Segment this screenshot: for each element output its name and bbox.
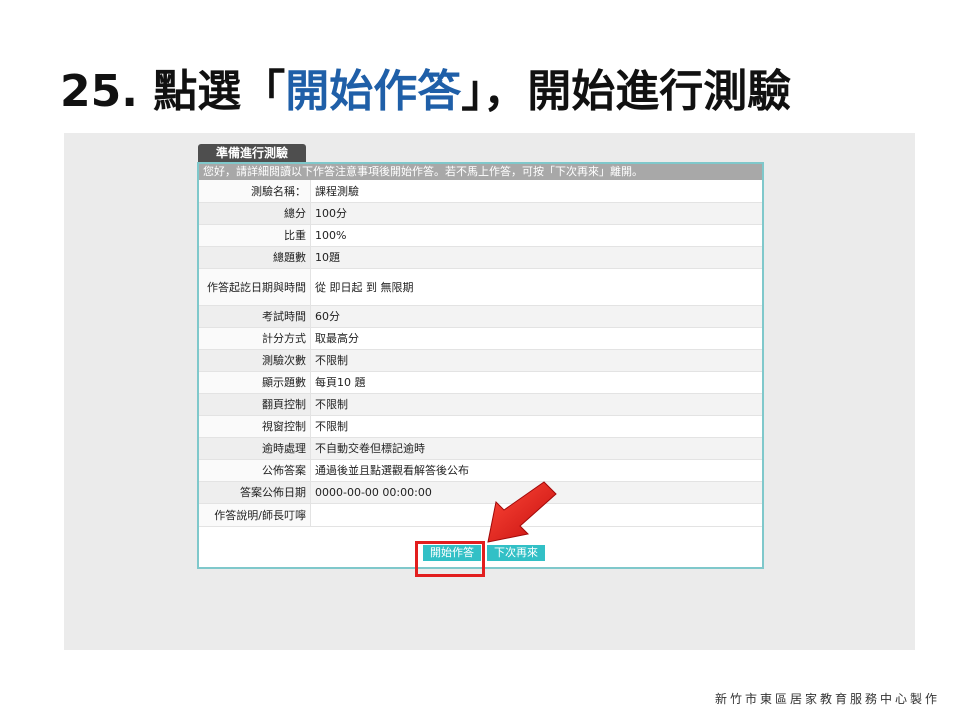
table-row: 考試時間 60分 (199, 305, 762, 328)
table-row: 逾時處理 不自動交卷但標記逾時 (199, 437, 762, 460)
row-value: 不限制 (310, 393, 762, 416)
row-label: 顯示題數 (199, 371, 311, 394)
row-value: 不限制 (310, 415, 762, 438)
table-row: 總題數 10題 (199, 246, 762, 269)
footer-credit: 新竹市東區居家教育服務中心製作 (714, 692, 940, 706)
red-arrow-icon (487, 481, 557, 543)
table-row: 視窗控制 不限制 (199, 415, 762, 438)
row-label: 考試時間 (199, 305, 311, 328)
highlight-box (415, 541, 485, 577)
row-value: 10題 (310, 246, 762, 269)
title-highlight: 開始作答 (285, 66, 462, 117)
table-row: 翻頁控制 不限制 (199, 393, 762, 416)
title-prefix: 25. 點選「 (60, 66, 286, 117)
row-label: 比重 (199, 224, 311, 247)
row-value: 100% (310, 224, 762, 247)
table-row: 計分方式 取最高分 (199, 327, 762, 350)
row-value: 60分 (310, 305, 762, 328)
row-label: 總分 (199, 202, 311, 225)
table-row: 測驗次數 不限制 (199, 349, 762, 372)
row-label: 視窗控制 (199, 415, 311, 438)
row-value: 100分 (310, 202, 762, 225)
row-label: 作答說明/師長叮嚀 (199, 503, 311, 527)
row-value: 不自動交卷但標記逾時 (310, 437, 762, 460)
table-row: 作答起訖日期與時間從 即日起 到 無限期 (199, 268, 762, 306)
slide-title: 25. 點選「開始作答」，開始進行測驗 (60, 62, 791, 122)
row-label: 作答起訖日期與時間 (199, 268, 311, 306)
row-value: 從 即日起 到 無限期 (310, 268, 762, 306)
row-value: 不限制 (310, 349, 762, 372)
notice-bar: 您好，請詳細閱讀以下作答注意事項後開始作答。若不馬上作答，可按「下次再來」離開。 (199, 164, 762, 180)
exam-info-table: 測驗名稱： 課程測驗 總分 100分 比重 100% 總題數 10題 作答起訖日期與時間從 即日… (199, 180, 762, 527)
row-label: 測驗次數 (199, 349, 311, 372)
row-value: 每頁10 題 (310, 371, 762, 394)
tab-prepare-exam[interactable]: 準備進行測驗 (198, 144, 306, 163)
row-label: 公佈答案 (199, 459, 311, 482)
row-label: 測驗名稱： (199, 180, 311, 203)
row-label: 總題數 (199, 246, 311, 269)
row-value: 取最高分 (310, 327, 762, 350)
title-suffix: 」，開始進行測驗 (461, 66, 792, 117)
table-row: 比重 100% (199, 224, 762, 247)
table-row: 測驗名稱： 課程測驗 (199, 180, 762, 203)
row-label: 翻頁控制 (199, 393, 311, 416)
row-label: 逾時處理 (199, 437, 311, 460)
row-label: 答案公佈日期 (199, 481, 311, 504)
table-row: 總分 100分 (199, 202, 762, 225)
table-row: 顯示題數 每頁10 題 (199, 371, 762, 394)
row-label: 計分方式 (199, 327, 311, 350)
row-value: 課程測驗 (310, 180, 762, 203)
